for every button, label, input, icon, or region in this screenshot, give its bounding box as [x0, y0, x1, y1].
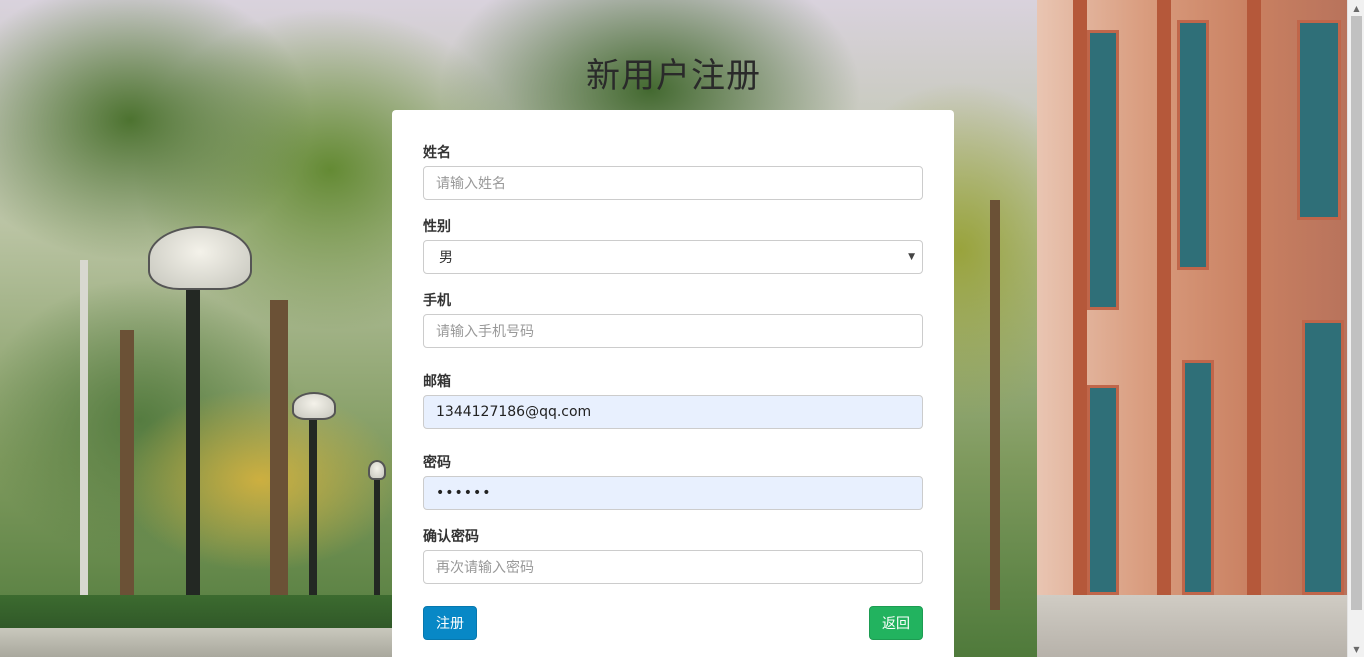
confirm-password-label: 确认密码	[423, 529, 479, 545]
gender-label: 性别	[423, 219, 451, 235]
phone-input[interactable]: 请输入手机号码	[423, 314, 923, 348]
building-base	[1037, 595, 1347, 657]
password-label: 密码	[423, 455, 451, 471]
scroll-up-arrow-icon[interactable]: ▲	[1348, 0, 1364, 16]
tree-trunk	[270, 300, 288, 640]
back-button[interactable]: 返回	[869, 606, 923, 640]
street-lamp	[292, 392, 336, 420]
register-form-card: 姓名 请输入姓名 性别 男 ▼ 手机 请输入手机号码 邮箱 1344127186…	[392, 110, 954, 657]
name-input-placeholder: 请输入姓名	[436, 176, 506, 192]
name-label: 姓名	[423, 145, 451, 161]
email-label: 邮箱	[423, 374, 451, 390]
gender-select-value: 男	[439, 250, 453, 266]
page-title: 新用户注册	[586, 56, 761, 96]
confirm-password-placeholder: 再次请输入密码	[436, 560, 534, 576]
name-input[interactable]: 请输入姓名	[423, 166, 923, 200]
register-button[interactable]: 注册	[423, 606, 477, 640]
brick-building	[1037, 0, 1347, 657]
building-window	[1182, 360, 1214, 595]
chevron-down-icon: ▼	[908, 252, 915, 262]
password-input-value: ••••••	[436, 485, 492, 501]
scrollbar-thumb[interactable]	[1351, 16, 1362, 610]
email-input-value: 1344127186@qq.com	[436, 404, 592, 420]
tree-trunk	[120, 330, 134, 610]
gender-select[interactable]: 男 ▼	[423, 240, 923, 274]
tree-trunk	[990, 200, 1000, 610]
vertical-scrollbar[interactable]: ▲ ▼	[1347, 0, 1364, 657]
phone-input-placeholder: 请输入手机号码	[436, 324, 534, 340]
confirm-password-input[interactable]: 再次请输入密码	[423, 550, 923, 584]
scroll-down-arrow-icon[interactable]: ▼	[1348, 641, 1364, 657]
building-window	[1302, 320, 1344, 595]
street-lamp	[368, 460, 386, 480]
street-lamp	[148, 226, 252, 290]
light-pole	[80, 260, 88, 640]
phone-label: 手机	[423, 293, 451, 309]
password-input[interactable]: ••••••	[423, 476, 923, 510]
building-window	[1087, 385, 1119, 595]
walkway	[0, 628, 392, 657]
email-input[interactable]: 1344127186@qq.com	[423, 395, 923, 429]
